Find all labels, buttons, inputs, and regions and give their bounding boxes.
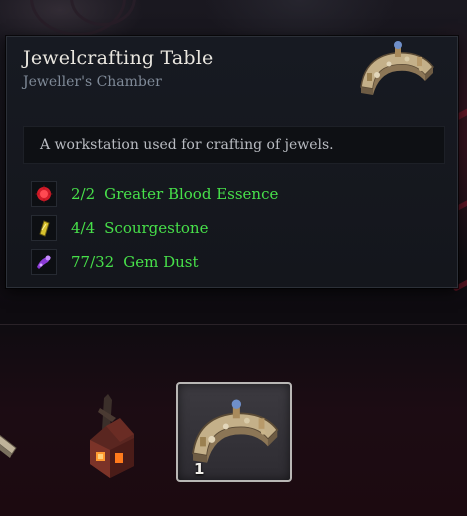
requirement-count: 4/4 bbox=[71, 219, 96, 237]
jewelcrafting-table-icon bbox=[192, 399, 279, 463]
scourgestone-icon bbox=[31, 215, 57, 241]
item-tooltip: Jewelcrafting Table Jeweller's Chamber A… bbox=[6, 36, 458, 288]
hotbar-slot[interactable] bbox=[58, 382, 174, 482]
requirement-row: 77/32 Gem Dust bbox=[31, 245, 278, 279]
gem-dust-icon bbox=[31, 249, 57, 275]
requirement-count: 77/32 bbox=[71, 253, 115, 271]
description-text: A workstation used for crafting of jewel… bbox=[40, 137, 334, 153]
requirement-count: 2/2 bbox=[71, 185, 96, 203]
slot-item-count: 1 bbox=[194, 460, 205, 478]
description-box: A workstation used for crafting of jewel… bbox=[23, 126, 445, 164]
tooltip-subtitle: Jeweller's Chamber bbox=[23, 74, 162, 90]
requirements-list: 2/2 Greater Blood Essence 4/4 Scourgesto… bbox=[31, 177, 278, 279]
requirement-name: Greater Blood Essence bbox=[104, 185, 279, 203]
tooltip-title: Jewelcrafting Table bbox=[23, 47, 214, 69]
requirement-row: 4/4 Scourgestone bbox=[31, 211, 278, 245]
hotbar-slot-selected[interactable]: 1 bbox=[176, 382, 292, 482]
game-scene: Jewelcrafting Table Jeweller's Chamber A… bbox=[0, 0, 467, 516]
requirement-row: 2/2 Greater Blood Essence bbox=[31, 177, 278, 211]
blood-essence-icon bbox=[31, 181, 57, 207]
jewelcrafting-table-icon bbox=[360, 41, 434, 95]
partial-item-icon bbox=[0, 434, 17, 458]
requirement-name: Gem Dust bbox=[123, 253, 199, 271]
requirement-name: Scourgestone bbox=[104, 219, 209, 237]
hotbar-slot[interactable] bbox=[0, 382, 56, 482]
furnace-item-icon bbox=[90, 394, 134, 478]
